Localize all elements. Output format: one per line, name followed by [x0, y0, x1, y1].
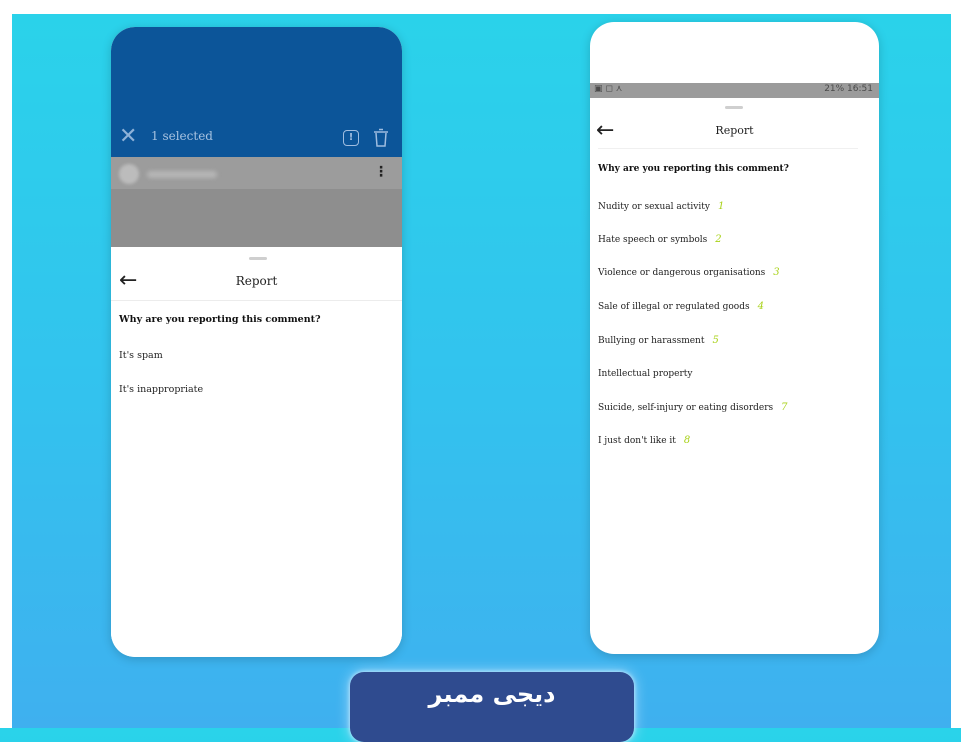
divider [111, 300, 402, 301]
brand-logo: دیجی ممبر [350, 672, 634, 742]
top-border [0, 0, 961, 14]
option-intellectual-property[interactable]: Intellectual property [598, 368, 701, 379]
option-self-injury[interactable]: Suicide, self-injury or eating disorders… [598, 402, 788, 413]
brand-logo-text: دیجی ممبر [428, 680, 556, 708]
option-label: Violence or dangerous organisations [598, 268, 766, 278]
option-label: Bullying or harassment [598, 336, 705, 346]
blurred-username [147, 171, 217, 178]
option-number: 4 [757, 301, 764, 312]
selection-header: ✕ 1 selected ! [111, 27, 402, 157]
option-number: 7 [781, 402, 788, 413]
sheet-title: Report [235, 274, 278, 288]
dimmed-overlay: ⋮ [111, 157, 402, 247]
report-bottom-sheet: ← Report Why are you reporting this comm… [111, 247, 402, 657]
left-phone-screen: ✕ 1 selected ! ⋮ ← Report Why are you re… [111, 27, 402, 657]
status-bar-time: 21% 16:51 [824, 84, 873, 94]
option-label: Suicide, self-injury or eating disorders [598, 403, 774, 413]
option-number: 5 [712, 335, 719, 346]
option-number: 2 [715, 234, 722, 245]
right-border [951, 0, 961, 728]
option-label: Sale of illegal or regulated goods [598, 302, 750, 312]
close-icon[interactable]: ✕ [119, 123, 137, 151]
option-label: Hate speech or symbols [598, 235, 708, 245]
option-violence[interactable]: Violence or dangerous organisations 3 [598, 267, 780, 278]
sheet-drag-handle[interactable] [249, 257, 267, 260]
option-label: Nudity or sexual activity [598, 202, 710, 212]
option-number: 8 [683, 435, 691, 446]
sheet-title: Report [715, 124, 754, 137]
selected-comment-row[interactable]: ⋮ [111, 157, 402, 189]
report-question: Why are you reporting this comment? [119, 314, 321, 325]
option-label: I just don't like it [598, 436, 676, 446]
selected-count-label: 1 selected [151, 129, 213, 143]
report-question: Why are you reporting this comment? [598, 164, 789, 174]
option-spam[interactable]: It's spam [119, 350, 163, 361]
sheet-drag-handle[interactable] [725, 106, 743, 109]
option-number: 1 [717, 201, 725, 212]
option-number: 3 [773, 267, 780, 278]
avatar [119, 164, 139, 184]
status-bar-left-icons: ▣ ◻ ⋏ [594, 84, 623, 94]
option-nudity[interactable]: Nudity or sexual activity 1 [598, 201, 724, 212]
more-options-icon[interactable]: ⋮ [374, 163, 388, 181]
option-hate-speech[interactable]: Hate speech or symbols 2 [598, 234, 722, 245]
report-icon[interactable]: ! [343, 130, 359, 146]
option-illegal-goods[interactable]: Sale of illegal or regulated goods 4 [598, 301, 764, 312]
right-phone-screen: ▣ ◻ ⋏ 21% 16:51 ← Report Why are you rep… [590, 22, 879, 654]
status-bar: ▣ ◻ ⋏ 21% 16:51 [590, 83, 879, 98]
option-inappropriate[interactable]: It's inappropriate [119, 384, 203, 395]
option-label: Intellectual property [598, 369, 693, 379]
option-dont-like[interactable]: I just don't like it 8 [598, 435, 690, 446]
left-border [0, 0, 12, 728]
divider [598, 148, 858, 149]
option-bullying[interactable]: Bullying or harassment 5 [598, 335, 719, 346]
selection-action-bar: ✕ 1 selected ! [111, 119, 402, 157]
trash-icon[interactable] [373, 128, 389, 148]
